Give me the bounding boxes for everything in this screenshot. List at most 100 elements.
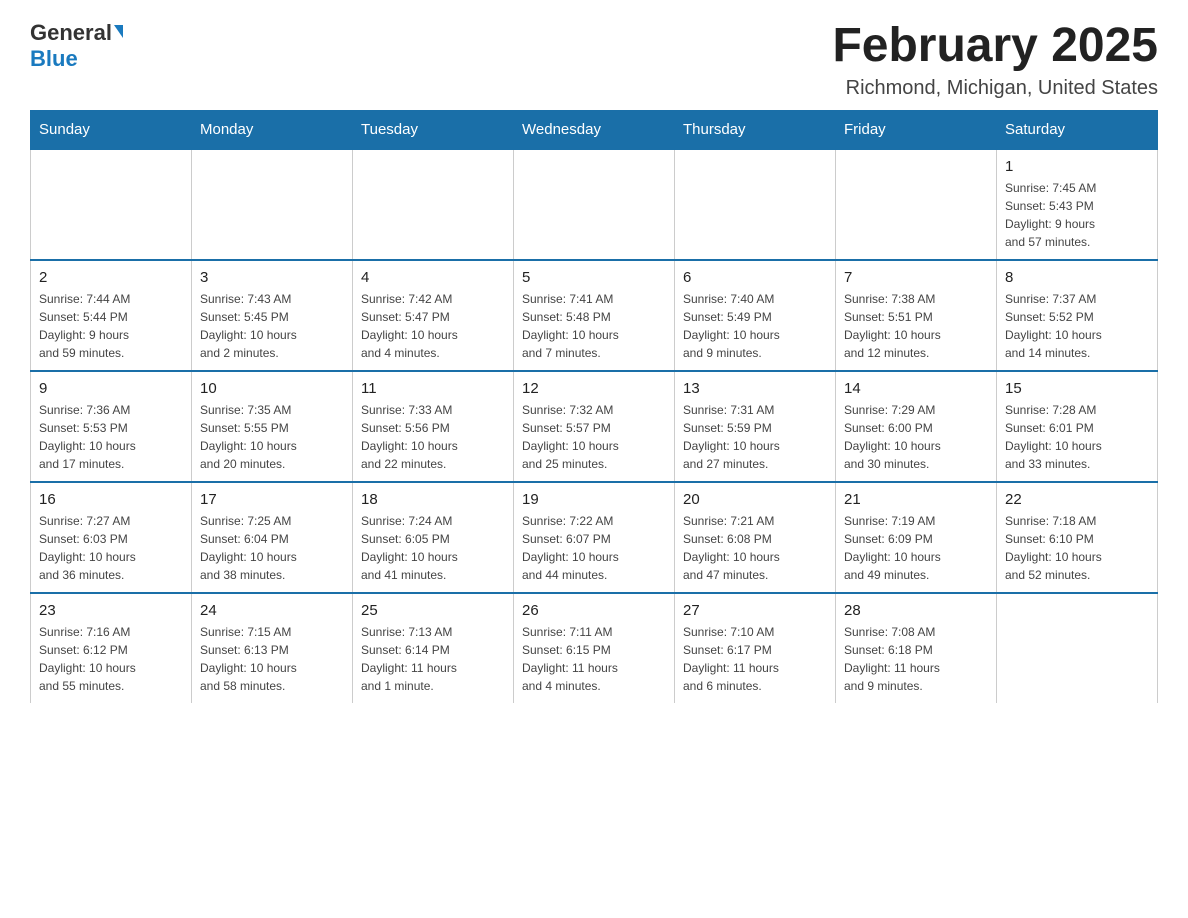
day-header-tuesday: Tuesday bbox=[353, 110, 514, 149]
calendar-cell: 8 Sunrise: 7:37 AM Sunset: 5:52 PM Daylig… bbox=[997, 260, 1158, 371]
day-info: Sunrise: 7:22 AM Sunset: 6:07 PM Dayligh… bbox=[522, 512, 666, 584]
calendar-cell: 26 Sunrise: 7:11 AM Sunset: 6:15 PM Dayli… bbox=[514, 593, 675, 703]
day-header-wednesday: Wednesday bbox=[514, 110, 675, 149]
calendar-week-row: 2 Sunrise: 7:44 AM Sunset: 5:44 PM Daylig… bbox=[31, 260, 1158, 371]
logo-blue-text: Blue bbox=[30, 46, 78, 72]
calendar-cell bbox=[997, 593, 1158, 703]
day-number: 10 bbox=[200, 380, 344, 397]
calendar-cell bbox=[675, 149, 836, 260]
day-info: Sunrise: 7:10 AM Sunset: 6:17 PM Dayligh… bbox=[683, 623, 827, 695]
calendar-cell: 19 Sunrise: 7:22 AM Sunset: 6:07 PM Dayli… bbox=[514, 482, 675, 593]
calendar-week-row: 1 Sunrise: 7:45 AM Sunset: 5:43 PM Daylig… bbox=[31, 149, 1158, 260]
calendar-week-row: 9Sunrise: 7:36 AM Sunset: 5:53 PM Daylig… bbox=[31, 371, 1158, 482]
day-info: Sunrise: 7:40 AM Sunset: 5:49 PM Dayligh… bbox=[683, 290, 827, 362]
day-number: 5 bbox=[522, 269, 666, 286]
day-info: Sunrise: 7:45 AM Sunset: 5:43 PM Dayligh… bbox=[1005, 179, 1149, 251]
day-number: 2 bbox=[39, 269, 183, 286]
day-info: Sunrise: 7:15 AM Sunset: 6:13 PM Dayligh… bbox=[200, 623, 344, 695]
day-info: Sunrise: 7:41 AM Sunset: 5:48 PM Dayligh… bbox=[522, 290, 666, 362]
calendar-cell: 4Sunrise: 7:42 AM Sunset: 5:47 PM Daylig… bbox=[353, 260, 514, 371]
calendar-cell bbox=[514, 149, 675, 260]
day-number: 14 bbox=[844, 380, 988, 397]
calendar-cell bbox=[192, 149, 353, 260]
calendar-cell: 9Sunrise: 7:36 AM Sunset: 5:53 PM Daylig… bbox=[31, 371, 192, 482]
day-header-sunday: Sunday bbox=[31, 110, 192, 149]
calendar-cell: 7Sunrise: 7:38 AM Sunset: 5:51 PM Daylig… bbox=[836, 260, 997, 371]
day-number: 6 bbox=[683, 269, 827, 286]
day-number: 17 bbox=[200, 491, 344, 508]
calendar-cell: 5 Sunrise: 7:41 AM Sunset: 5:48 PM Daylig… bbox=[514, 260, 675, 371]
calendar-cell: 21 Sunrise: 7:19 AM Sunset: 6:09 PM Dayli… bbox=[836, 482, 997, 593]
day-number: 15 bbox=[1005, 380, 1149, 397]
calendar-cell: 20Sunrise: 7:21 AM Sunset: 6:08 PM Dayli… bbox=[675, 482, 836, 593]
logo-triangle-icon bbox=[114, 25, 123, 38]
logo: General Blue bbox=[30, 20, 123, 72]
day-info: Sunrise: 7:19 AM Sunset: 6:09 PM Dayligh… bbox=[844, 512, 988, 584]
logo-general-text: General bbox=[30, 20, 112, 46]
day-number: 25 bbox=[361, 602, 505, 619]
day-number: 22 bbox=[1005, 491, 1149, 508]
day-header-monday: Monday bbox=[192, 110, 353, 149]
day-number: 7 bbox=[844, 269, 988, 286]
calendar-table: SundayMondayTuesdayWednesdayThursdayFrid… bbox=[30, 110, 1158, 703]
day-info: Sunrise: 7:11 AM Sunset: 6:15 PM Dayligh… bbox=[522, 623, 666, 695]
day-header-saturday: Saturday bbox=[997, 110, 1158, 149]
page-header: General Blue February 2025 Richmond, Mic… bbox=[30, 20, 1158, 100]
day-info: Sunrise: 7:08 AM Sunset: 6:18 PM Dayligh… bbox=[844, 623, 988, 695]
day-number: 12 bbox=[522, 380, 666, 397]
calendar-cell bbox=[353, 149, 514, 260]
day-info: Sunrise: 7:25 AM Sunset: 6:04 PM Dayligh… bbox=[200, 512, 344, 584]
day-number: 18 bbox=[361, 491, 505, 508]
day-info: Sunrise: 7:44 AM Sunset: 5:44 PM Dayligh… bbox=[39, 290, 183, 362]
day-info: Sunrise: 7:37 AM Sunset: 5:52 PM Dayligh… bbox=[1005, 290, 1149, 362]
calendar-cell: 10 Sunrise: 7:35 AM Sunset: 5:55 PM Dayli… bbox=[192, 371, 353, 482]
page-title: February 2025 bbox=[832, 20, 1158, 73]
calendar-cell: 11Sunrise: 7:33 AM Sunset: 5:56 PM Dayli… bbox=[353, 371, 514, 482]
day-number: 16 bbox=[39, 491, 183, 508]
page-subtitle: Richmond, Michigan, United States bbox=[832, 77, 1158, 100]
calendar-cell: 3 Sunrise: 7:43 AM Sunset: 5:45 PM Daylig… bbox=[192, 260, 353, 371]
calendar-cell: 28 Sunrise: 7:08 AM Sunset: 6:18 PM Dayli… bbox=[836, 593, 997, 703]
day-info: Sunrise: 7:16 AM Sunset: 6:12 PM Dayligh… bbox=[39, 623, 183, 695]
calendar-cell: 25 Sunrise: 7:13 AM Sunset: 6:14 PM Dayli… bbox=[353, 593, 514, 703]
calendar-cell: 17 Sunrise: 7:25 AM Sunset: 6:04 PM Dayli… bbox=[192, 482, 353, 593]
day-number: 20 bbox=[683, 491, 827, 508]
day-number: 3 bbox=[200, 269, 344, 286]
calendar-cell: 2 Sunrise: 7:44 AM Sunset: 5:44 PM Daylig… bbox=[31, 260, 192, 371]
calendar-cell: 16 Sunrise: 7:27 AM Sunset: 6:03 PM Dayli… bbox=[31, 482, 192, 593]
calendar-cell: 15 Sunrise: 7:28 AM Sunset: 6:01 PM Dayli… bbox=[997, 371, 1158, 482]
day-number: 28 bbox=[844, 602, 988, 619]
day-number: 23 bbox=[39, 602, 183, 619]
day-info: Sunrise: 7:35 AM Sunset: 5:55 PM Dayligh… bbox=[200, 401, 344, 473]
calendar-cell: 6 Sunrise: 7:40 AM Sunset: 5:49 PM Daylig… bbox=[675, 260, 836, 371]
day-number: 26 bbox=[522, 602, 666, 619]
day-number: 9 bbox=[39, 380, 183, 397]
calendar-week-row: 23 Sunrise: 7:16 AM Sunset: 6:12 PM Dayli… bbox=[31, 593, 1158, 703]
day-number: 8 bbox=[1005, 269, 1149, 286]
day-number: 1 bbox=[1005, 158, 1149, 175]
calendar-cell: 12 Sunrise: 7:32 AM Sunset: 5:57 PM Dayli… bbox=[514, 371, 675, 482]
day-number: 24 bbox=[200, 602, 344, 619]
day-info: Sunrise: 7:28 AM Sunset: 6:01 PM Dayligh… bbox=[1005, 401, 1149, 473]
calendar-cell: 24 Sunrise: 7:15 AM Sunset: 6:13 PM Dayli… bbox=[192, 593, 353, 703]
calendar-cell: 18Sunrise: 7:24 AM Sunset: 6:05 PM Dayli… bbox=[353, 482, 514, 593]
day-info: Sunrise: 7:32 AM Sunset: 5:57 PM Dayligh… bbox=[522, 401, 666, 473]
day-info: Sunrise: 7:27 AM Sunset: 6:03 PM Dayligh… bbox=[39, 512, 183, 584]
calendar-cell: 13Sunrise: 7:31 AM Sunset: 5:59 PM Dayli… bbox=[675, 371, 836, 482]
calendar-cell: 14Sunrise: 7:29 AM Sunset: 6:00 PM Dayli… bbox=[836, 371, 997, 482]
calendar-cell: 22Sunrise: 7:18 AM Sunset: 6:10 PM Dayli… bbox=[997, 482, 1158, 593]
calendar-cell: 1 Sunrise: 7:45 AM Sunset: 5:43 PM Daylig… bbox=[997, 149, 1158, 260]
day-info: Sunrise: 7:33 AM Sunset: 5:56 PM Dayligh… bbox=[361, 401, 505, 473]
day-number: 19 bbox=[522, 491, 666, 508]
day-number: 13 bbox=[683, 380, 827, 397]
day-info: Sunrise: 7:43 AM Sunset: 5:45 PM Dayligh… bbox=[200, 290, 344, 362]
day-header-friday: Friday bbox=[836, 110, 997, 149]
calendar-cell: 23 Sunrise: 7:16 AM Sunset: 6:12 PM Dayli… bbox=[31, 593, 192, 703]
title-block: February 2025 Richmond, Michigan, United… bbox=[832, 20, 1158, 100]
day-number: 21 bbox=[844, 491, 988, 508]
calendar-header: SundayMondayTuesdayWednesdayThursdayFrid… bbox=[31, 110, 1158, 149]
day-info: Sunrise: 7:13 AM Sunset: 6:14 PM Dayligh… bbox=[361, 623, 505, 695]
calendar-cell bbox=[836, 149, 997, 260]
day-number: 27 bbox=[683, 602, 827, 619]
calendar-cell: 27 Sunrise: 7:10 AM Sunset: 6:17 PM Dayli… bbox=[675, 593, 836, 703]
